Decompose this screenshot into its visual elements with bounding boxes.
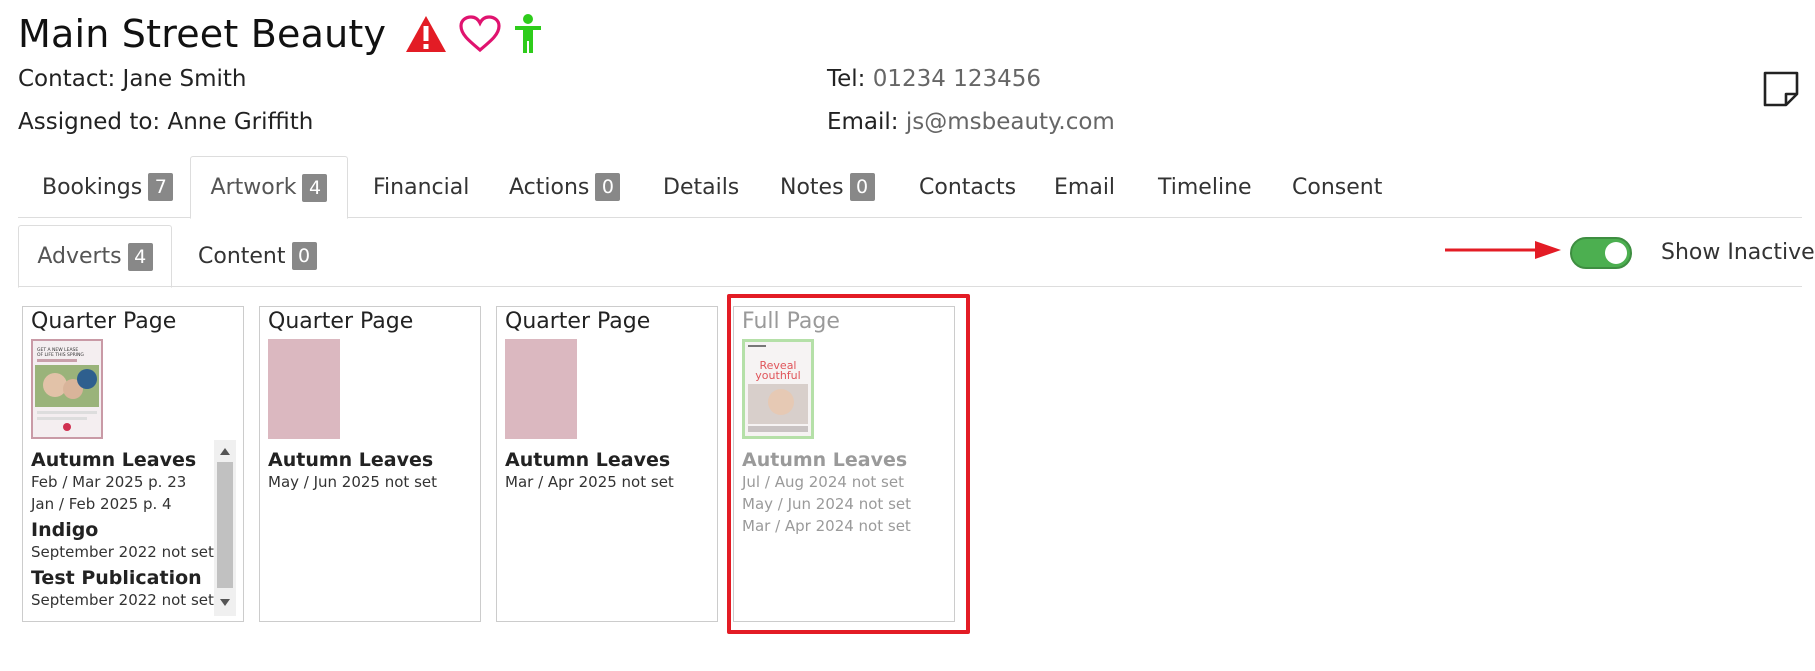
status-icons xyxy=(404,13,544,55)
tab-artwork[interactable]: Artwork 4 xyxy=(190,156,348,219)
publication-issue: Feb / Mar 2025 p. 23 xyxy=(31,473,187,491)
person-icon[interactable] xyxy=(512,13,544,55)
page-title: Main Street Beauty xyxy=(18,12,387,56)
scroll-thumb[interactable] xyxy=(217,462,233,588)
tab-details[interactable]: Details xyxy=(663,156,739,218)
tab-bookings[interactable]: Bookings 7 xyxy=(42,156,174,218)
publication-name: Test Publication xyxy=(31,567,202,589)
title-row: Main Street Beauty xyxy=(18,6,544,62)
contact-label: Contact: xyxy=(18,66,116,92)
tab-label: Consent xyxy=(1292,174,1383,200)
count-badge: 4 xyxy=(302,173,328,202)
publication-issue: Jul / Aug 2024 not set xyxy=(742,473,904,491)
thumbnail-image: Reveal youthful xyxy=(745,342,811,436)
count-badge: 0 xyxy=(595,173,621,201)
tab-label: Details xyxy=(663,174,740,200)
email-link[interactable]: js@msbeauty.com xyxy=(906,109,1115,135)
tel-link[interactable]: 01234 123456 xyxy=(873,66,1041,92)
advert-card[interactable]: Quarter Page Autumn Leaves Mar / Apr 202… xyxy=(496,306,718,622)
card-title: Quarter Page xyxy=(505,309,651,334)
toggle-knob xyxy=(1605,242,1627,264)
tab-financial[interactable]: Financial xyxy=(373,156,469,218)
assigned-line: Assigned to: Anne Griffith xyxy=(18,109,313,135)
tab-label: Artwork xyxy=(210,175,297,200)
heart-icon[interactable] xyxy=(458,14,502,54)
sticky-note-icon[interactable] xyxy=(1762,70,1800,108)
publication-issue: September 2022 not set xyxy=(31,591,214,609)
subtab-label: Adverts xyxy=(37,244,122,269)
email-line: Email: js@msbeauty.com xyxy=(827,109,1115,135)
email-label: Email: xyxy=(827,109,899,135)
subtab-content[interactable]: Content 0 xyxy=(198,225,317,287)
contact-line: Contact: Jane Smith xyxy=(18,66,246,92)
card-title: Quarter Page xyxy=(31,309,177,334)
tab-label: Contacts xyxy=(919,174,1017,200)
count-badge: 0 xyxy=(849,173,875,201)
thumbnail-image: GET A NEW LEASE OF LIFE THIS SPRING xyxy=(33,341,101,437)
publication-name: Autumn Leaves xyxy=(268,449,434,471)
scroll-up-icon[interactable] xyxy=(220,448,230,455)
subtab-adverts[interactable]: Adverts 4 xyxy=(18,225,172,288)
tab-contacts[interactable]: Contacts xyxy=(919,156,1016,218)
publication-list: Autumn Leaves Feb / Mar 2025 p. 23 Jan /… xyxy=(31,445,221,611)
publication-issue: May / Jun 2024 not set xyxy=(742,495,912,513)
publication-name: Autumn Leaves xyxy=(742,449,908,471)
publication-name: Indigo xyxy=(31,519,99,541)
card-title: Full Page xyxy=(742,309,840,334)
assigned-label: Assigned to: xyxy=(18,109,161,135)
advert-card[interactable]: Quarter Page Autumn Leaves May / Jun 202… xyxy=(259,306,481,622)
tab-consent[interactable]: Consent xyxy=(1292,156,1382,218)
count-badge: 0 xyxy=(291,242,317,270)
contact-name: Jane Smith xyxy=(122,66,247,92)
advert-thumbnail-placeholder[interactable] xyxy=(268,339,340,439)
red-arrow-annotation xyxy=(1445,241,1561,259)
tab-email[interactable]: Email xyxy=(1054,156,1115,218)
count-badge: 7 xyxy=(148,173,174,201)
publication-issue: May / Jun 2025 not set xyxy=(268,473,438,491)
publication-list: Autumn Leaves May / Jun 2025 not set xyxy=(268,445,458,493)
show-inactive-label: Show Inactive xyxy=(1661,240,1815,265)
publication-name: Autumn Leaves xyxy=(505,449,671,471)
tab-label: Financial xyxy=(373,174,470,200)
card-title: Quarter Page xyxy=(268,309,414,334)
assigned-name: Anne Griffith xyxy=(167,109,314,135)
tel-label: Tel: xyxy=(827,66,866,92)
tab-notes[interactable]: Notes 0 xyxy=(780,156,875,218)
count-badge: 4 xyxy=(127,242,153,271)
publication-list: Autumn Leaves Jul / Aug 2024 not set May… xyxy=(742,445,932,537)
publication-list: Autumn Leaves Mar / Apr 2025 not set xyxy=(505,445,695,493)
tab-label: Email xyxy=(1054,174,1116,200)
tab-actions[interactable]: Actions 0 xyxy=(509,156,621,218)
subtab-label: Content xyxy=(198,243,286,269)
publication-issue: Jan / Feb 2025 p. 4 xyxy=(31,495,172,513)
card-scrollbar[interactable] xyxy=(214,440,236,616)
tab-label: Timeline xyxy=(1158,174,1252,200)
tab-label: Actions xyxy=(509,174,590,200)
thumb-headline: youthful xyxy=(755,369,800,382)
advert-thumbnail[interactable]: GET A NEW LEASE OF LIFE THIS SPRING xyxy=(31,339,103,439)
publication-issue: Mar / Apr 2025 not set xyxy=(505,473,674,491)
scroll-down-icon[interactable] xyxy=(220,599,230,606)
publication-issue: September 2022 not set xyxy=(31,543,214,561)
show-inactive-toggle[interactable] xyxy=(1570,237,1632,269)
tab-label: Bookings xyxy=(42,174,143,200)
advert-card[interactable]: Quarter Page GET A NEW LEASE OF LIFE THI… xyxy=(22,306,244,622)
advert-thumbnail[interactable]: Reveal youthful xyxy=(742,339,814,439)
warning-icon[interactable] xyxy=(404,14,448,54)
publication-name: Autumn Leaves xyxy=(31,449,197,471)
tab-label: Notes xyxy=(780,174,844,200)
advert-thumbnail-placeholder[interactable] xyxy=(505,339,577,439)
tab-timeline[interactable]: Timeline xyxy=(1158,156,1252,218)
publication-issue: Mar / Apr 2024 not set xyxy=(742,517,911,535)
thumb-headline: OF LIFE THIS SPRING xyxy=(37,352,84,358)
main-tabs: Bookings 7 Artwork 4 Financial Actions 0… xyxy=(18,156,1802,219)
advert-card-inactive[interactable]: Full Page Reveal youthful Autumn Leaves … xyxy=(733,306,955,622)
tel-line: Tel: 01234 123456 xyxy=(827,66,1041,92)
